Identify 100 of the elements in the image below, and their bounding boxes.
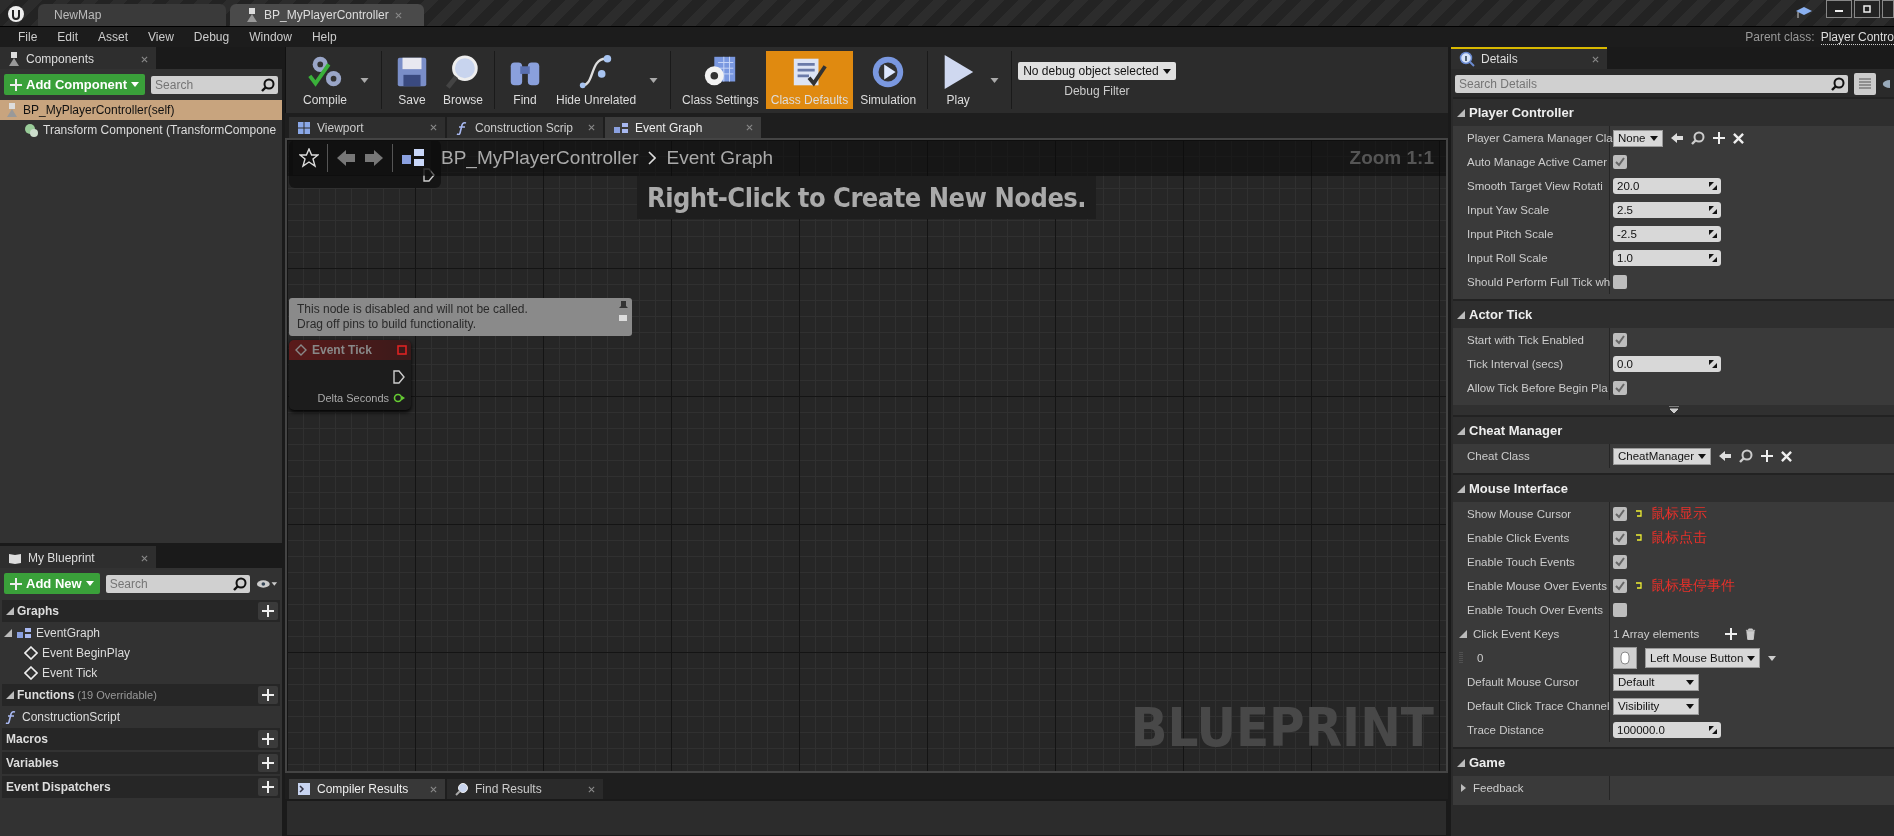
expander-icon[interactable] bbox=[6, 607, 14, 615]
checkbox[interactable] bbox=[1613, 507, 1627, 521]
search-icon[interactable] bbox=[233, 576, 247, 591]
delegate-pin-icon[interactable] bbox=[397, 345, 407, 355]
section-header[interactable]: Event Dispatchers bbox=[2, 776, 280, 798]
menu-item[interactable]: Asset bbox=[88, 30, 139, 44]
arrow-left-icon[interactable] bbox=[1719, 450, 1732, 462]
panel-tab[interactable]: Details bbox=[1451, 47, 1607, 69]
graph-node[interactable] bbox=[289, 140, 441, 188]
plus-icon[interactable] bbox=[1725, 628, 1738, 640]
dropdown[interactable]: Visibility bbox=[1613, 697, 1699, 715]
class-dropdown[interactable]: None bbox=[1613, 129, 1663, 147]
graph-item[interactable]: EventGraph bbox=[0, 623, 282, 643]
graph-item[interactable]: ConstructionScript bbox=[0, 707, 282, 727]
expander-icon[interactable] bbox=[1459, 784, 1467, 792]
resize-icon[interactable] bbox=[1709, 726, 1717, 734]
event-item[interactable]: Event Tick bbox=[0, 663, 282, 683]
results-tab[interactable]: Compiler Results bbox=[289, 779, 445, 799]
search-icon[interactable] bbox=[1690, 131, 1705, 145]
close-icon[interactable] bbox=[588, 785, 595, 793]
menu-item[interactable]: File bbox=[8, 30, 48, 44]
toolbar-button[interactable]: Play bbox=[934, 51, 983, 109]
expander-icon[interactable] bbox=[1457, 426, 1465, 435]
expander-icon[interactable] bbox=[1457, 484, 1465, 493]
graph-tab[interactable]: Event Graph bbox=[605, 117, 761, 138]
plus-icon[interactable] bbox=[262, 605, 274, 617]
checkbox[interactable] bbox=[1613, 381, 1627, 395]
options-caret-icon[interactable] bbox=[360, 77, 369, 83]
float-pin-icon[interactable] bbox=[393, 393, 405, 403]
resize-icon[interactable] bbox=[1709, 254, 1717, 262]
checkbox[interactable] bbox=[1613, 275, 1627, 289]
number-field[interactable]: 20.0 bbox=[1613, 178, 1721, 194]
dropdown[interactable]: Default bbox=[1613, 673, 1699, 691]
toolbar-button[interactable]: Hide Unrelated bbox=[551, 51, 642, 109]
star-icon[interactable] bbox=[299, 148, 319, 168]
arrow-left-icon[interactable] bbox=[1670, 132, 1683, 144]
forward-arrow-icon[interactable] bbox=[364, 148, 384, 168]
category-header[interactable]: Mouse Interface bbox=[1453, 473, 1894, 502]
document-tab[interactable]: NewMap bbox=[38, 4, 226, 26]
plus-icon[interactable] bbox=[262, 733, 274, 745]
category-header[interactable]: Cheat Manager bbox=[1453, 415, 1894, 444]
category-header[interactable]: Actor Tick bbox=[1453, 299, 1894, 328]
menu-item[interactable]: Edit bbox=[47, 30, 89, 44]
results-tab[interactable]: Find Results bbox=[447, 779, 603, 799]
graduation-cap-icon[interactable] bbox=[1796, 6, 1812, 20]
checkbox[interactable] bbox=[1613, 531, 1627, 545]
add-button[interactable] bbox=[258, 686, 278, 704]
class-dropdown[interactable]: CheatManager bbox=[1613, 447, 1712, 465]
eye-icon[interactable] bbox=[256, 578, 278, 589]
number-field[interactable]: -2.5 bbox=[1613, 226, 1721, 242]
search-icon[interactable] bbox=[1831, 77, 1845, 91]
resize-icon[interactable] bbox=[1709, 230, 1717, 238]
toolbar-button[interactable]: Save bbox=[388, 51, 436, 109]
menu-item[interactable]: Window bbox=[239, 30, 302, 44]
key-dropdown[interactable]: Left Mouse Button bbox=[1645, 648, 1761, 668]
event-node[interactable]: Event Tick Delta Seconds bbox=[289, 340, 411, 410]
expander-icon[interactable] bbox=[1459, 630, 1467, 638]
minimize-button[interactable] bbox=[1826, 0, 1852, 18]
add-button[interactable] bbox=[258, 730, 278, 748]
checkbox[interactable] bbox=[1613, 155, 1627, 169]
eye-icon[interactable] bbox=[1882, 77, 1890, 91]
logo-icon[interactable] bbox=[8, 6, 24, 22]
debug-object-dropdown[interactable]: No debug object selected bbox=[1018, 62, 1176, 80]
plus-icon[interactable] bbox=[262, 757, 274, 769]
section-header[interactable]: Macros bbox=[2, 728, 280, 750]
exec-pin-icon[interactable] bbox=[393, 370, 405, 384]
category-header[interactable]: Game bbox=[1453, 747, 1894, 776]
section-header[interactable]: Functions (19 Overridable) bbox=[2, 684, 280, 706]
number-field[interactable]: 0.0 bbox=[1613, 356, 1721, 372]
expander-icon[interactable] bbox=[1457, 310, 1465, 319]
checkbox[interactable] bbox=[1613, 555, 1627, 569]
restore-button[interactable] bbox=[1854, 0, 1880, 18]
section-header[interactable]: Graphs bbox=[2, 600, 280, 622]
advanced-toggle-icon[interactable] bbox=[1668, 406, 1679, 414]
checkbox[interactable] bbox=[1613, 603, 1627, 617]
options-caret-icon[interactable] bbox=[649, 77, 659, 83]
property-group-label[interactable]: Feedback bbox=[1473, 782, 1524, 794]
add-button[interactable] bbox=[258, 778, 278, 796]
parent-class-link[interactable]: Player Contro bbox=[1820, 29, 1894, 45]
exec-pin-icon[interactable] bbox=[423, 168, 435, 182]
section-header[interactable]: Variables bbox=[2, 752, 280, 774]
back-arrow-icon[interactable] bbox=[336, 148, 356, 168]
menu-item[interactable]: View bbox=[138, 30, 184, 44]
number-field[interactable]: 100000.0 bbox=[1613, 722, 1721, 738]
panel-tab[interactable]: My Blueprint bbox=[0, 546, 156, 568]
number-field[interactable]: 1.0 bbox=[1613, 250, 1721, 266]
add-button[interactable] bbox=[258, 602, 278, 620]
checkbox[interactable] bbox=[1613, 579, 1627, 593]
trash-icon[interactable] bbox=[1745, 628, 1757, 640]
toolbar-button[interactable]: Simulation bbox=[855, 51, 922, 109]
expander-icon[interactable] bbox=[1457, 108, 1465, 117]
panel-tab[interactable]: Components bbox=[0, 47, 156, 69]
toolbar-button[interactable]: Class Settings bbox=[677, 51, 764, 109]
menu-item[interactable]: Help bbox=[301, 30, 347, 44]
search-field[interactable]: Search bbox=[105, 574, 250, 593]
graph-tab[interactable]: Viewport bbox=[289, 117, 445, 138]
expander-icon[interactable] bbox=[4, 629, 12, 637]
key-picker-button[interactable] bbox=[1613, 647, 1637, 669]
plus-icon[interactable] bbox=[1712, 132, 1725, 144]
checkbox[interactable] bbox=[1613, 333, 1627, 347]
